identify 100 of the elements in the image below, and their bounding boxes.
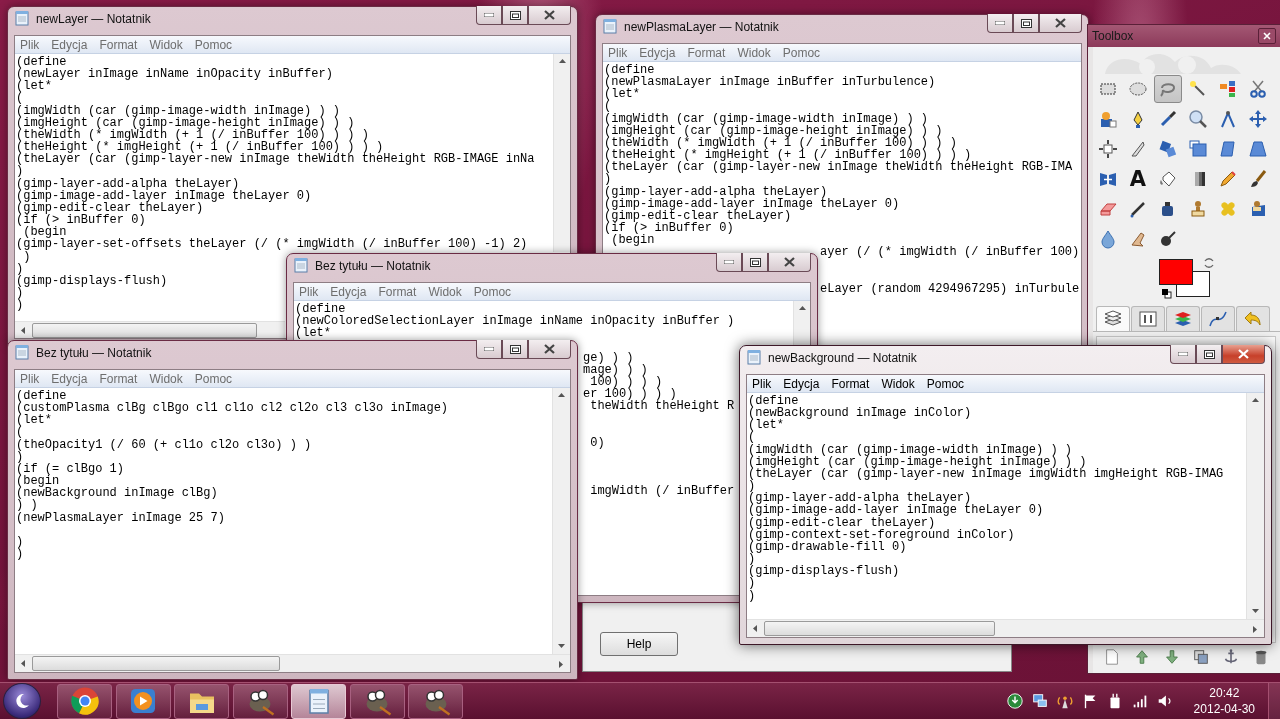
close-button[interactable] [1258,28,1276,44]
figure-select-icon [1098,109,1118,129]
menu-item[interactable]: Edycja [51,37,88,52]
notepad-icon [14,10,30,26]
menu-item[interactable]: Format [99,37,138,52]
maximize-button[interactable] [502,340,528,359]
minimize-button[interactable] [987,14,1013,33]
code-line: ayer (/ (* imgWidth (/ inBuffer 100) [820,246,1080,259]
help-button[interactable]: Help [600,632,678,656]
taskbar-button[interactable] [115,683,171,719]
menu-item[interactable]: Widok [737,45,771,60]
menu-item[interactable]: Widok [149,371,183,386]
menu-item[interactable]: Format [831,376,870,391]
ellipse-select-icon [1128,79,1148,99]
color-layers-icon [1173,309,1193,329]
close-button[interactable] [528,6,571,25]
horizontal-scrollbar[interactable] [15,321,285,338]
minimize-button[interactable] [476,340,502,359]
horizontal-scrollbar[interactable] [747,619,1264,637]
dock-tab[interactable] [1096,306,1130,331]
taskbar-button[interactable] [57,683,112,719]
tool-button[interactable]: A [1124,165,1152,193]
close-button[interactable] [1039,14,1082,33]
menu-item[interactable]: Widok [428,284,462,299]
dock-tab[interactable] [1201,306,1235,331]
menu-item[interactable]: Pomoc [782,45,821,60]
menu-item[interactable]: Edycja [783,376,820,391]
code-line: (let* [604,88,640,101]
menu-item[interactable]: Widok [881,376,915,391]
code-line: (gimp-image-add-layer inImage theLayer 0) [16,189,312,202]
vertical-scrollbar[interactable] [793,301,810,345]
scrollbar-thumb[interactable] [764,621,996,636]
taskbar-button[interactable] [349,683,405,719]
taskbar-button[interactable] [408,683,463,719]
swap-icon[interactable] [1203,257,1215,269]
menu-item[interactable]: Widok [149,37,183,52]
menu-item[interactable]: Pomoc [473,284,512,299]
code-line: (theWidth (* imgWidth (+ 1 (/ inBuffer 100) ) ) ) [16,128,369,142]
menu-item[interactable]: Plik [299,284,319,299]
clock-time: 20:42 [1209,685,1240,701]
crescent-icon [13,692,31,710]
color-swatches-drawing[interactable] [1159,259,1211,298]
window-title: Bez tytułu — Notatnik [315,258,431,274]
close-button[interactable] [1222,345,1265,364]
code-line: (theLayer (car (gimp-layer-new inImage imgWidth imgHeight RGB-IMAG [748,467,1224,481]
maximize-button[interactable] [502,6,528,25]
close-button[interactable] [768,253,811,272]
menu-item[interactable]: Edycja [639,45,676,60]
menu-item[interactable]: Plik [20,37,40,52]
taskbar-button[interactable] [174,683,229,719]
vertical-scrollbar[interactable] [553,54,570,252]
tray-button[interactable] [1004,691,1025,711]
scroll-left-icon [751,624,760,633]
dock-tab[interactable] [1131,306,1165,331]
menu-item[interactable]: Pomoc [194,37,233,52]
menu-item[interactable]: Pomoc [926,376,965,391]
minimize-icon [995,21,1005,25]
scroll-right-icon [557,659,566,669]
vertical-scrollbar[interactable] [1246,393,1264,619]
vertical-scrollbar[interactable] [552,388,570,654]
menu-item[interactable]: Format [687,45,726,60]
code-line: (newBackground inImage inColor) [748,407,972,420]
close-button[interactable] [528,340,571,359]
maximize-button[interactable] [1196,345,1222,364]
code-line: (newPlasmaLayer inImage 25 7) [16,511,225,524]
minimize-button[interactable] [1170,345,1196,364]
stamp-icon [1188,199,1208,219]
minimize-button[interactable] [716,253,742,272]
code-line: (gimp-drawable-fill 0) [748,540,907,554]
menu-item[interactable]: Plik [608,45,628,60]
menu-item[interactable]: Format [99,371,138,386]
notepad-icon [293,257,309,273]
airbrush-icon [1128,199,1148,219]
taskbar-button[interactable] [232,683,288,719]
scroll-up-icon [1251,396,1260,405]
scrollbar-thumb[interactable] [32,322,257,338]
menu-item[interactable]: Edycja [51,371,88,386]
close-icon [1263,32,1271,40]
code-line: imgWidth (/ inBuffer [590,485,735,498]
dock-tab[interactable] [1166,306,1200,331]
scrollbar-thumb[interactable] [32,656,281,671]
code-line: (imgWidth (car (gimp-image-width inImage) ) ) [604,112,929,125]
menu-item[interactable]: Pomoc [194,371,233,386]
dodge-icon [1158,229,1178,249]
start-button[interactable] [3,683,41,719]
code-line: (define [16,56,67,69]
default-colors-icon[interactable] [1161,288,1172,299]
menu-item[interactable]: Plik [752,376,772,391]
maximize-button[interactable] [742,253,768,272]
horizontal-scrollbar[interactable] [15,654,570,672]
menu-item[interactable]: Edycja [330,284,367,299]
minimize-button[interactable] [476,6,502,25]
menu-item[interactable]: Plik [20,371,40,386]
code-line: (if (> inBuffer 0) [604,222,734,235]
maximize-button[interactable] [1013,14,1039,33]
code-line: (gimp-edit-clear theLayer) [16,201,204,215]
media-player-icon [128,686,158,716]
menu-item[interactable]: Format [378,284,417,299]
move-icon [1248,109,1268,129]
code-line: (if (> inBuffer 0) [16,214,146,227]
